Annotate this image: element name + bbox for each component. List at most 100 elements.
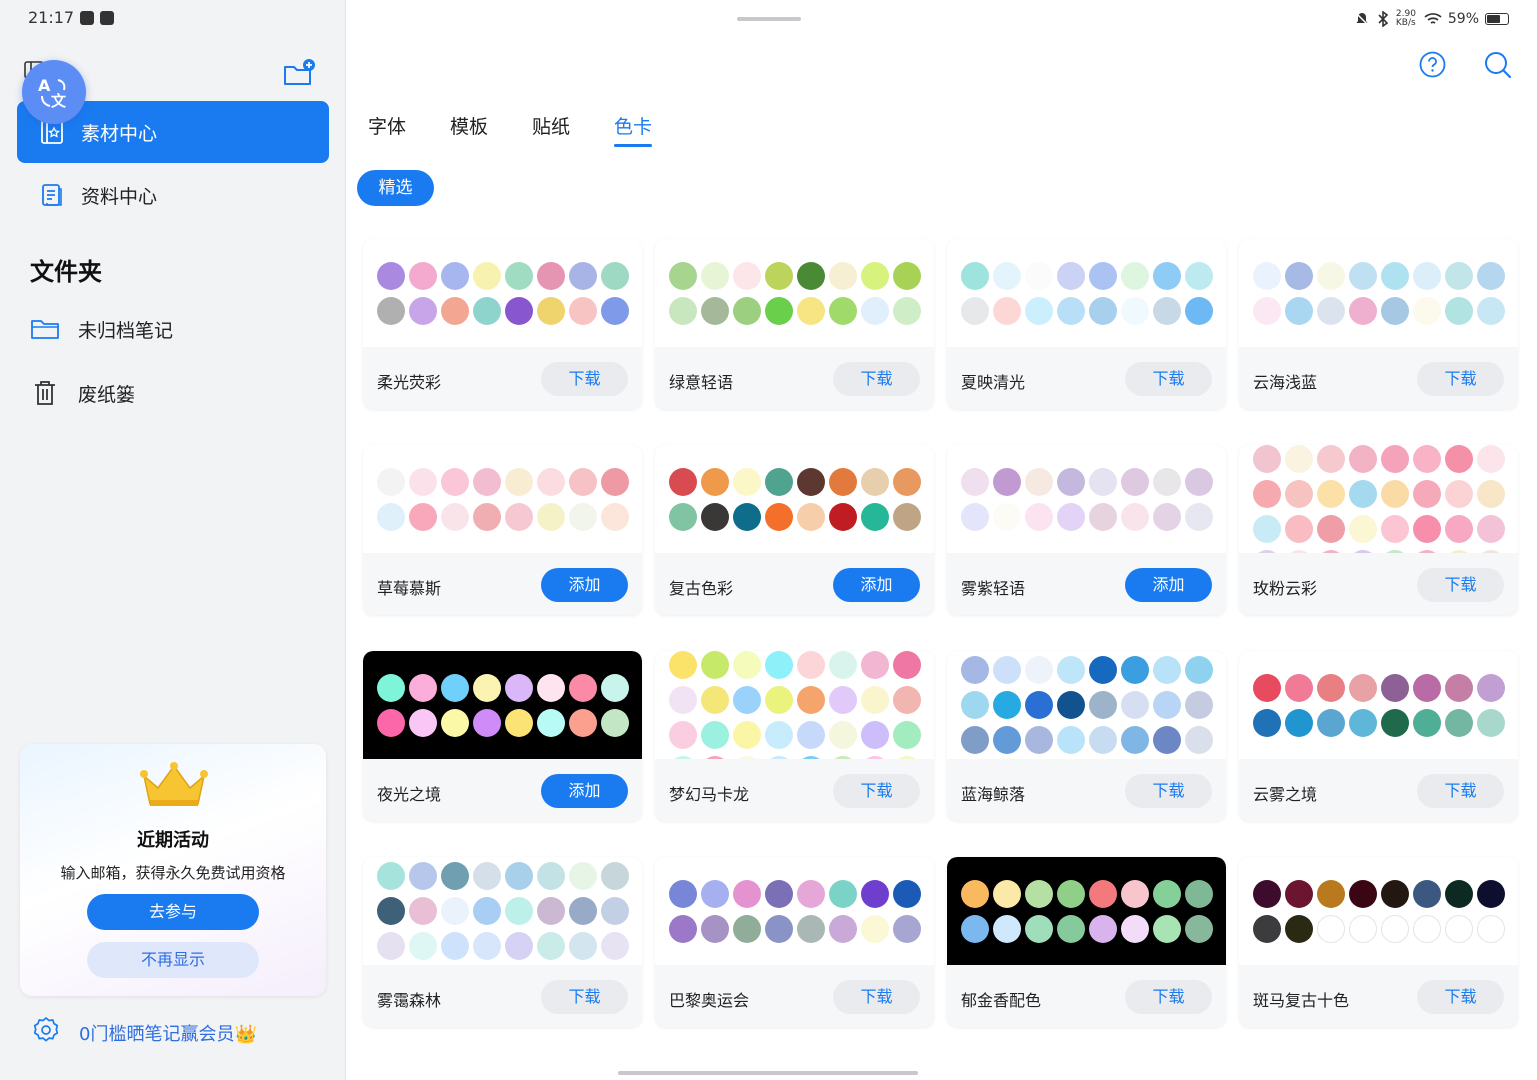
- color-swatch: [732, 651, 761, 679]
- color-swatch: [1476, 515, 1505, 543]
- color-swatch: [1152, 880, 1181, 908]
- color-swatch: [796, 651, 825, 679]
- settings-icon[interactable]: [32, 1016, 60, 1044]
- color-swatch: [1184, 297, 1213, 325]
- color-card[interactable]: 绿意轻语 下载: [655, 239, 934, 409]
- new-folder-icon[interactable]: [282, 58, 316, 88]
- dismiss-button[interactable]: 不再显示: [87, 942, 259, 978]
- sidebar: 21:17 A文 素材中心 资料中心 文件夹 未归档笔记 废纸篓 近期活动 输入…: [0, 0, 346, 1080]
- color-swatch: [1444, 915, 1473, 943]
- translate-icon[interactable]: A文: [22, 60, 86, 124]
- download-button[interactable]: 下载: [1417, 362, 1504, 396]
- color-card[interactable]: 巴黎奥运会 下载: [655, 857, 934, 1027]
- tab-template[interactable]: 模板: [450, 112, 488, 147]
- color-swatch: [1476, 915, 1505, 943]
- search-icon[interactable]: [1484, 51, 1512, 79]
- color-card[interactable]: 玫粉云彩 下载: [1239, 445, 1518, 615]
- add-button[interactable]: 添加: [833, 568, 920, 602]
- download-button[interactable]: 下载: [1125, 774, 1212, 808]
- color-card[interactable]: 云海浅蓝 下载: [1239, 239, 1518, 409]
- color-card[interactable]: 夜光之境 添加: [363, 651, 642, 821]
- color-swatch: [960, 503, 989, 531]
- color-swatch: [892, 915, 921, 943]
- color-swatch: [1476, 674, 1505, 702]
- color-swatch: [732, 686, 761, 714]
- color-swatch: [1120, 262, 1149, 290]
- download-button[interactable]: 下载: [1417, 980, 1504, 1014]
- color-card[interactable]: 郁金香配色 下载: [947, 857, 1226, 1027]
- color-swatch: [408, 674, 437, 702]
- window-drag-handle[interactable]: [737, 17, 801, 21]
- download-button[interactable]: 下载: [1125, 362, 1212, 396]
- color-swatch: [700, 262, 729, 290]
- color-swatch: [1088, 503, 1117, 531]
- download-button[interactable]: 下载: [833, 980, 920, 1014]
- download-button[interactable]: 下载: [1125, 980, 1212, 1014]
- add-button[interactable]: 添加: [541, 774, 628, 808]
- join-button[interactable]: 去参与: [87, 894, 259, 930]
- color-card[interactable]: 雾霭森林 下载: [363, 857, 642, 1027]
- promo-card: 近期活动 输入邮箱，获得永久免费试用资格 去参与 不再显示: [20, 744, 326, 996]
- color-swatch: [1444, 515, 1473, 543]
- color-card[interactable]: 雾紫轻语 添加: [947, 445, 1226, 615]
- color-swatch: [1284, 515, 1313, 543]
- color-card[interactable]: 柔光荧彩 下载: [363, 239, 642, 409]
- color-swatch: [1024, 297, 1053, 325]
- color-card[interactable]: 夏映清光 下载: [947, 239, 1226, 409]
- color-swatch: [1152, 297, 1181, 325]
- add-button[interactable]: 添加: [1125, 568, 1212, 602]
- clock: 21:17: [28, 8, 75, 27]
- color-swatch: [536, 897, 565, 925]
- download-button[interactable]: 下载: [833, 362, 920, 396]
- help-icon[interactable]: [1419, 51, 1446, 78]
- color-swatch: [1380, 550, 1409, 553]
- color-swatch: [536, 297, 565, 325]
- color-swatch: [504, 297, 533, 325]
- folder-unarchived-notes[interactable]: 未归档笔记: [30, 314, 173, 344]
- download-button[interactable]: 下载: [541, 980, 628, 1014]
- color-swatch: [828, 756, 857, 759]
- tab-font[interactable]: 字体: [368, 112, 406, 147]
- color-swatch: [700, 686, 729, 714]
- color-swatch: [1348, 515, 1377, 543]
- color-card[interactable]: 梦幻马卡龙 下载: [655, 651, 934, 821]
- color-swatch: [796, 503, 825, 531]
- color-card[interactable]: 斑马复古十色 下载: [1239, 857, 1518, 1027]
- tab-sticker[interactable]: 贴纸: [532, 112, 570, 147]
- color-swatch: [1316, 445, 1345, 473]
- color-card[interactable]: 复古色彩 添加: [655, 445, 934, 615]
- color-swatch: [1476, 480, 1505, 508]
- card-name: 郁金香配色: [961, 991, 1042, 1010]
- filter-chip-featured[interactable]: 精选: [357, 170, 434, 206]
- swatch-preview: [363, 857, 642, 965]
- color-swatch: [700, 651, 729, 679]
- download-button[interactable]: 下载: [1417, 774, 1504, 808]
- swatch-preview: [655, 445, 934, 553]
- color-swatch: [1056, 726, 1085, 754]
- color-card[interactable]: 云雾之境 下载: [1239, 651, 1518, 821]
- folder-trash[interactable]: 废纸篓: [30, 378, 135, 408]
- color-swatch: [668, 262, 697, 290]
- tab-color-card[interactable]: 色卡: [614, 112, 653, 147]
- color-card[interactable]: 草莓慕斯 添加: [363, 445, 642, 615]
- nav-label: 资料中心: [81, 185, 158, 208]
- document-center-icon: [42, 184, 62, 206]
- color-swatch: [1348, 674, 1377, 702]
- color-swatch: [1088, 691, 1117, 719]
- color-card[interactable]: 蓝海鲸落 下载: [947, 651, 1226, 821]
- download-button[interactable]: 下载: [1417, 568, 1504, 602]
- swatch-dots: [947, 880, 1226, 943]
- download-button[interactable]: 下载: [541, 362, 628, 396]
- color-swatch: [700, 880, 729, 908]
- nav-document-center[interactable]: 资料中心: [17, 164, 329, 226]
- color-swatch: [568, 932, 597, 960]
- color-swatch: [1252, 550, 1281, 553]
- color-swatch: [600, 262, 629, 290]
- color-swatch: [960, 297, 989, 325]
- add-button[interactable]: 添加: [541, 568, 628, 602]
- color-swatch: [732, 915, 761, 943]
- download-button[interactable]: 下载: [833, 774, 920, 808]
- color-swatch: [828, 915, 857, 943]
- member-promo-link[interactable]: 0门槛晒笔记赢会员👑: [79, 1020, 257, 1046]
- color-swatch: [1024, 726, 1053, 754]
